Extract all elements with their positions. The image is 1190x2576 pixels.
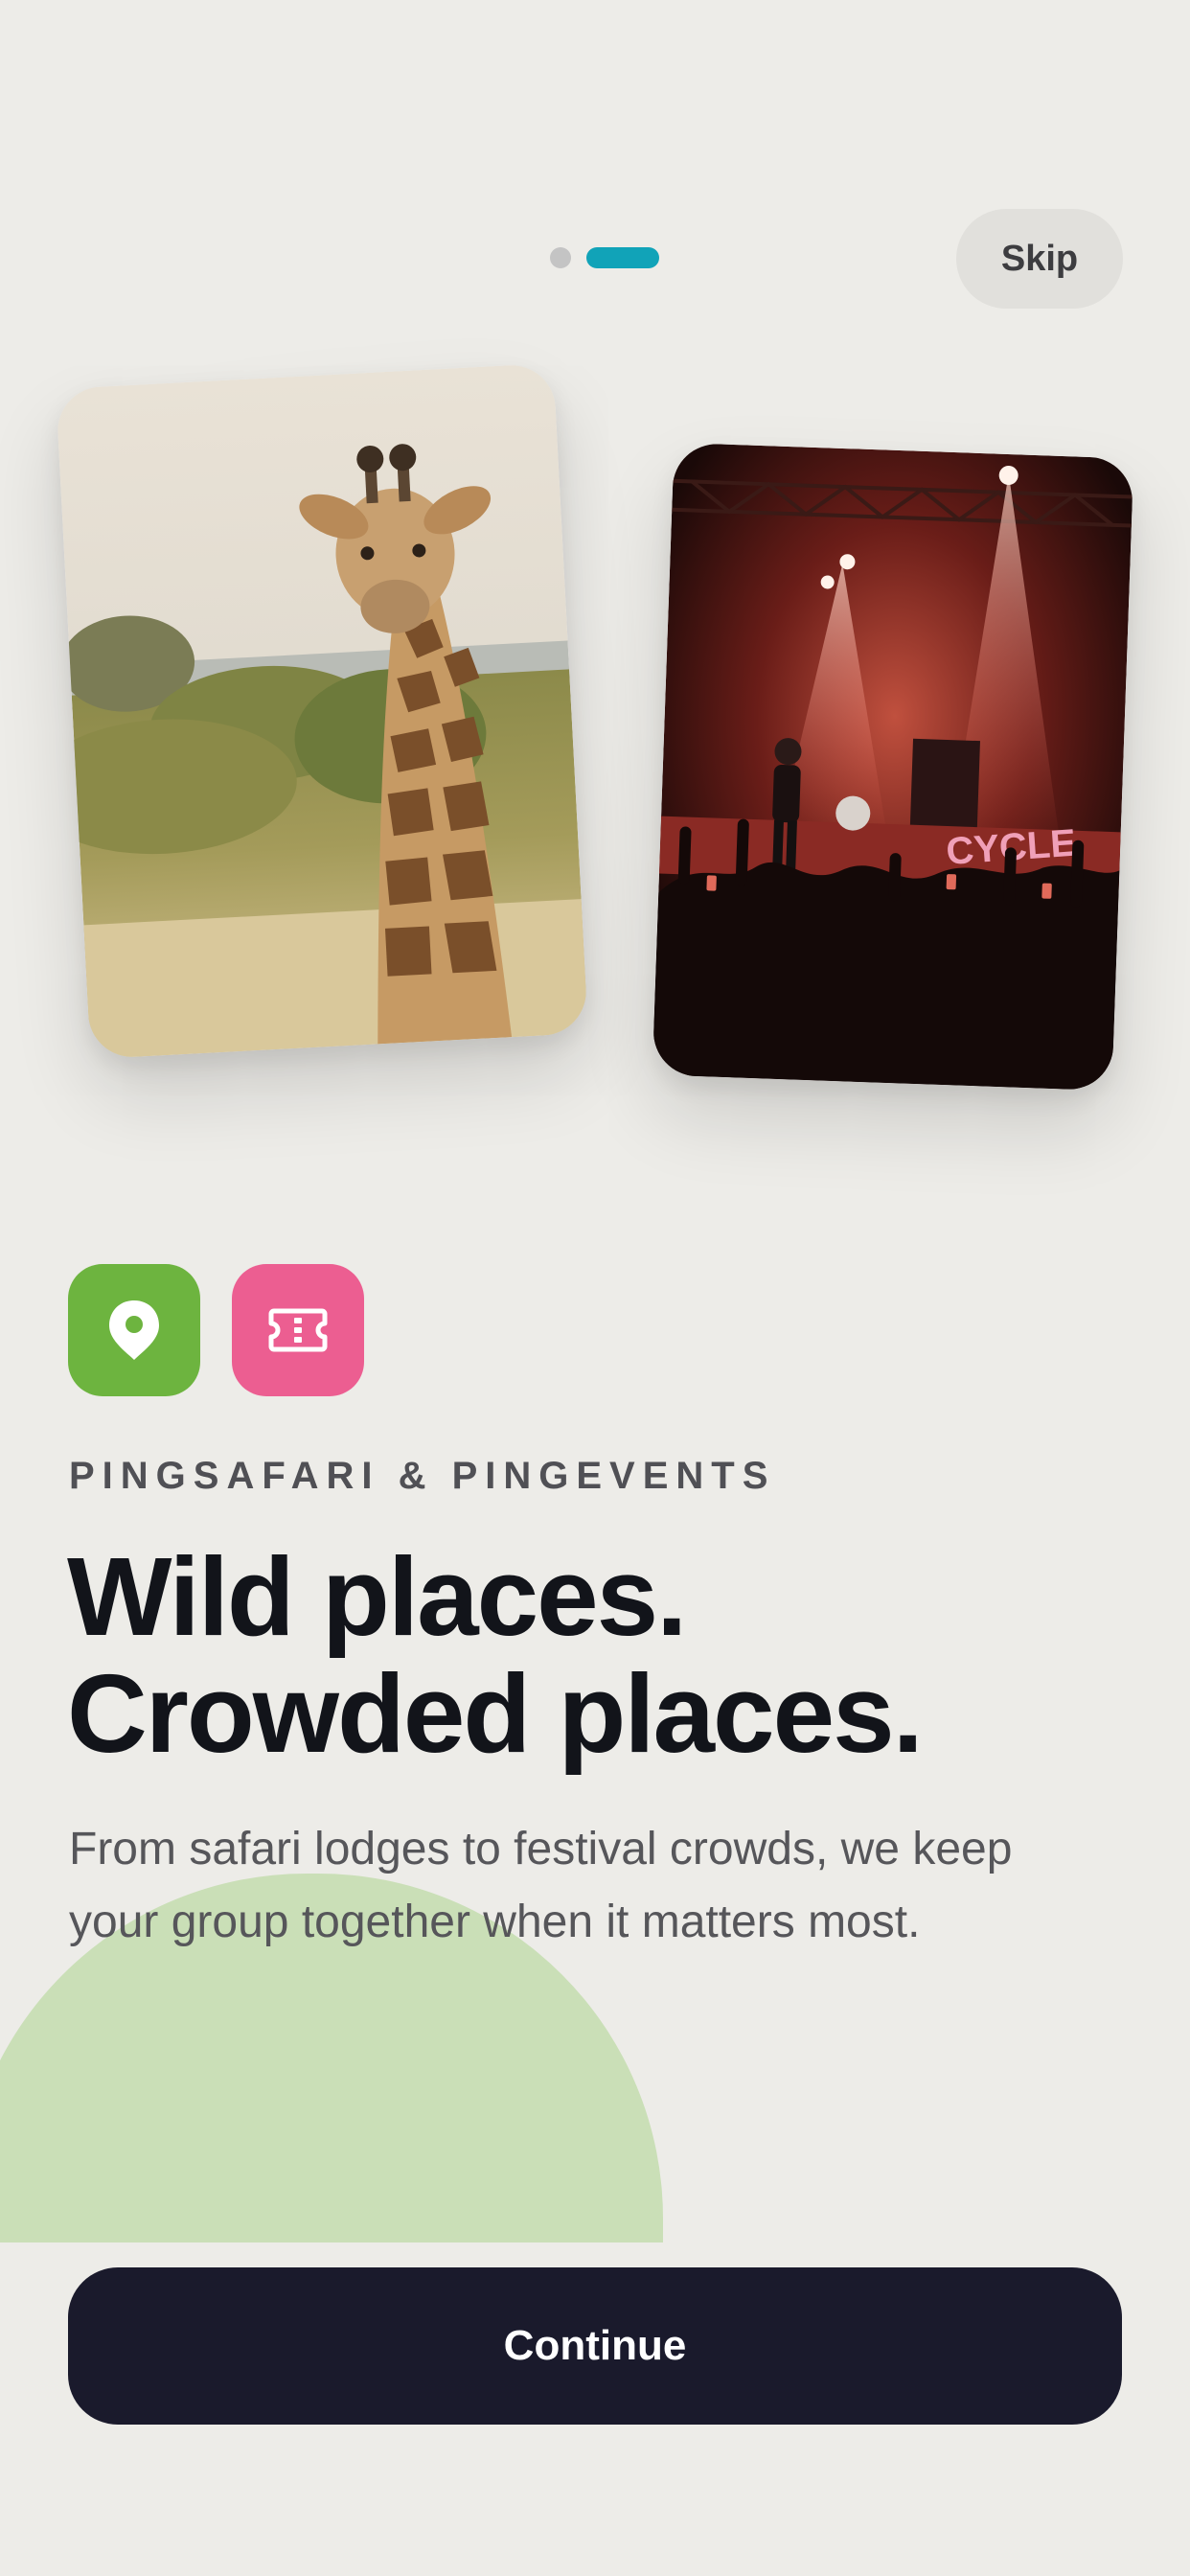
description: From safari lodges to festival crowds, w… [69, 1824, 1013, 1947]
safari-photo-card [56, 362, 588, 1060]
page-dot-1[interactable] [550, 247, 571, 268]
giraffe-image [56, 362, 588, 1060]
concert-photo-card: CYCLE [652, 442, 1134, 1092]
headline-line-2: Crowded places. [67, 1651, 924, 1776]
headline-line-1: Wild places. [67, 1534, 687, 1659]
skip-button[interactable]: Skip [956, 209, 1123, 309]
location-pin-tile [68, 1264, 200, 1396]
ticket-tile [232, 1264, 364, 1396]
ticket-icon [268, 1308, 328, 1352]
onboarding-screen: Skip CYCLE PINGSAFARI & PINGEVENTS Wild … [0, 0, 1190, 2576]
location-pin-icon [109, 1300, 159, 1360]
page-title: Wild places. Crowded places. [67, 1534, 924, 1776]
continue-button[interactable]: Continue [68, 2267, 1122, 2425]
concert-image: CYCLE [652, 442, 1134, 1092]
brand-eyebrow: PINGSAFARI & PINGEVENTS [69, 1455, 776, 1497]
page-dot-2-active[interactable] [586, 247, 659, 268]
page-indicator [550, 247, 659, 268]
